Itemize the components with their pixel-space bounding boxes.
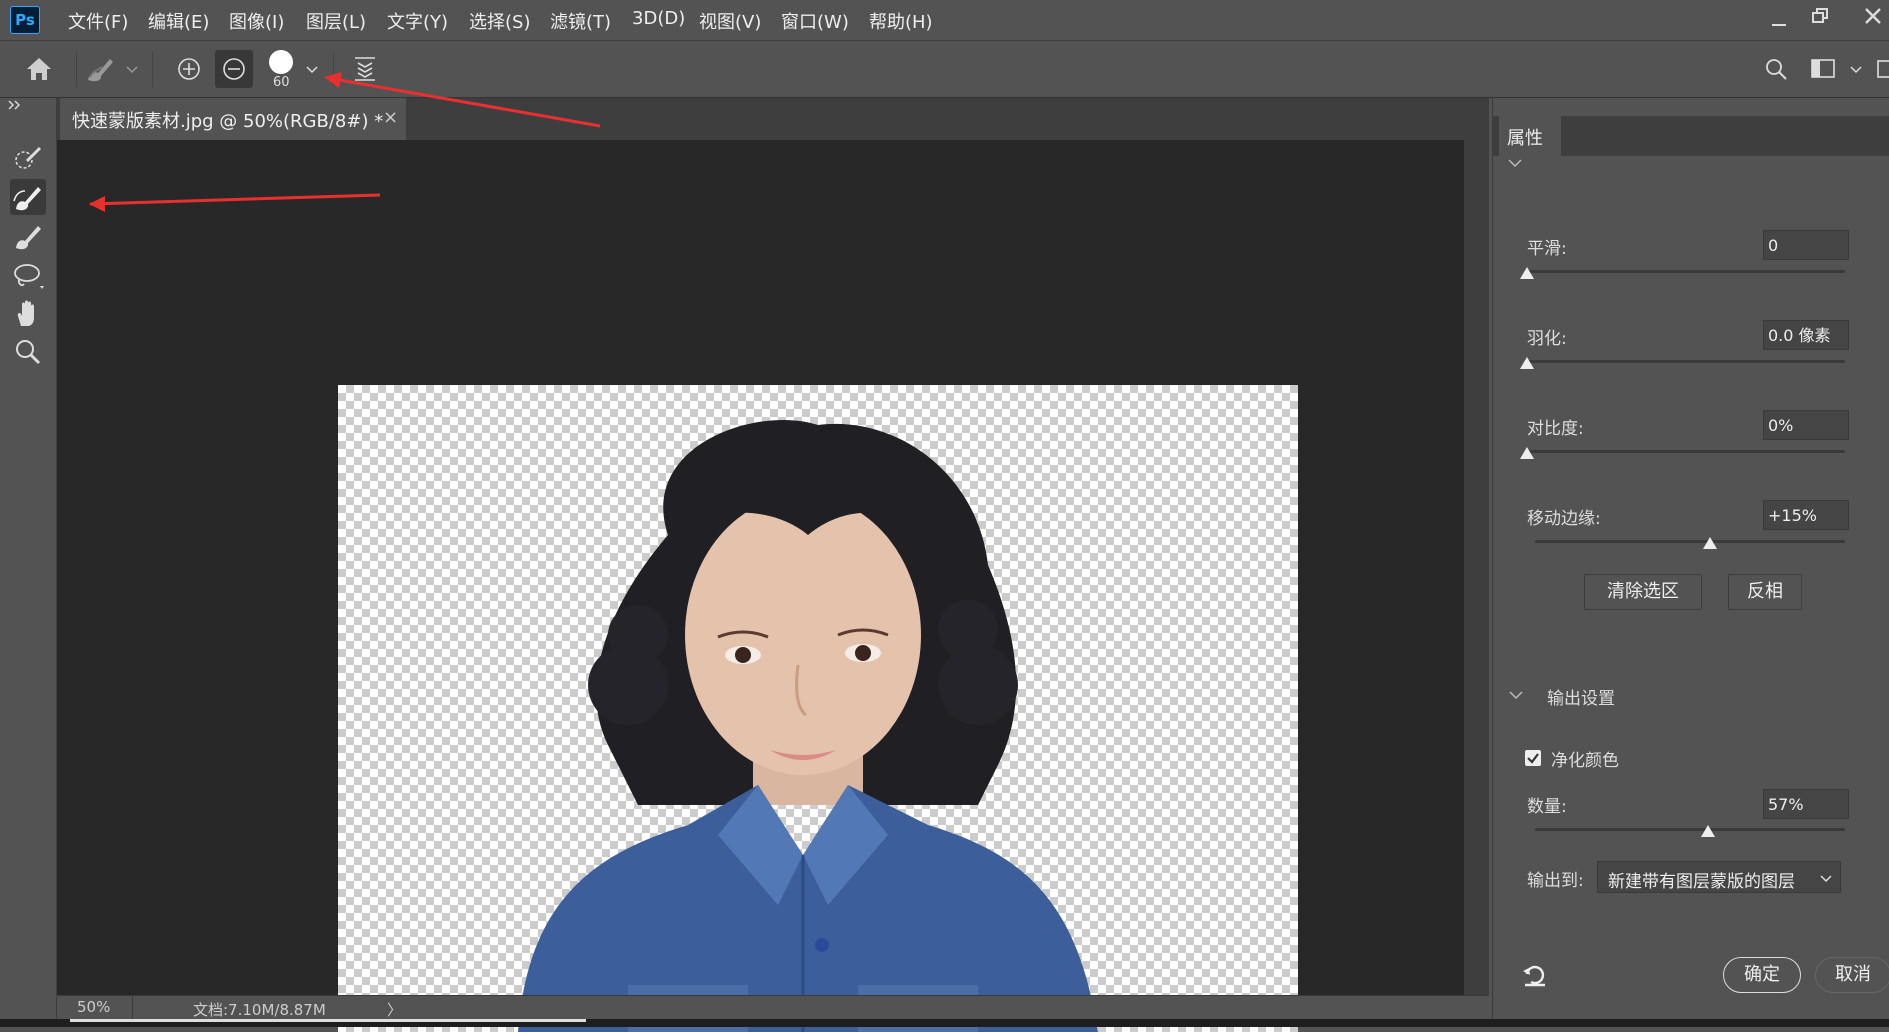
select-chevron-icon (1820, 875, 1832, 883)
amount-slider-thumb[interactable] (1701, 825, 1716, 837)
feather-slider-thumb[interactable] (1520, 357, 1534, 369)
menu-view[interactable]: 视图(V) (699, 8, 761, 34)
amount-slider-track[interactable] (1535, 828, 1845, 831)
close-window-icon[interactable] (1862, 6, 1884, 26)
menu-edit[interactable]: 编辑(E) (148, 8, 209, 34)
quick-selection-icon (15, 146, 42, 169)
properties-panel: 属性 平滑: 0 羽化: 0.0 像素 对比度: 0% 移动边缘: +15% 清… (1492, 98, 1889, 1019)
decontaminate-checkbox[interactable] (1525, 750, 1541, 766)
subtract-selection-button[interactable] (215, 50, 253, 88)
brush-icon (16, 226, 41, 250)
expand-panel-icon[interactable] (8, 100, 22, 110)
quick-selection-tool[interactable] (10, 140, 46, 176)
output-to-value: 新建带有图层蒙版的图层 (1608, 872, 1795, 892)
menu-type[interactable]: 文字(Y) (387, 8, 448, 34)
refine-edge-brush-icon (13, 187, 41, 211)
collapse-chevron-icon[interactable] (1508, 158, 1522, 168)
restore-icon[interactable] (1810, 6, 1830, 26)
status-menu-arrow[interactable]: 〉 (387, 999, 402, 1020)
clear-selection-button[interactable]: 清除选区 (1584, 574, 1702, 610)
contrast-label: 对比度: (1527, 419, 1584, 439)
menu-window[interactable]: 窗口(W) (781, 8, 849, 34)
menu-filter[interactable]: 滤镜(T) (550, 8, 611, 34)
output-settings-chevron-icon[interactable] (1509, 690, 1523, 700)
subtract-from-selection-icon (223, 58, 245, 80)
contrast-slider-thumb[interactable] (1520, 447, 1534, 459)
separator (76, 51, 77, 87)
document-info: 文档:7.10M/8.87M (193, 1001, 326, 1019)
zoom-icon (16, 340, 41, 365)
lasso-icon (14, 264, 44, 289)
brush-size-dropdown-icon[interactable] (306, 65, 318, 75)
menu-layer[interactable]: 图层(L) (306, 8, 366, 34)
decontaminate-label: 净化颜色 (1551, 751, 1619, 771)
refine-edge-brush-tool[interactable] (10, 179, 46, 215)
chevron-down-icon[interactable] (126, 65, 138, 75)
separator (152, 51, 153, 87)
output-to-select[interactable]: 新建带有图层蒙版的图层 (1597, 861, 1841, 893)
brush-tool[interactable] (10, 218, 46, 254)
properties-tab-label: 属性 (1507, 128, 1543, 149)
zoom-tool[interactable] (10, 334, 46, 370)
contrast-slider-track[interactable] (1527, 450, 1845, 453)
options-bar: 60 (0, 41, 1889, 98)
image-canvas[interactable] (338, 385, 1298, 1032)
shift-edge-slider-track[interactable] (1535, 540, 1845, 543)
brush-preset-icon[interactable] (84, 53, 116, 85)
amount-input[interactable]: 57% (1763, 789, 1849, 819)
reset-icon[interactable] (1521, 962, 1549, 988)
shift-edge-label: 移动边缘: (1527, 509, 1601, 529)
brush-size-value: 60 (273, 75, 290, 90)
smooth-slider-thumb[interactable] (1520, 267, 1534, 279)
menu-file[interactable]: 文件(F) (68, 8, 128, 34)
menu-3d[interactable]: 3D(D) (632, 8, 685, 29)
document-tab-bar: 快速蒙版素材.jpg @ 50%(RGB/8#) * × (57, 98, 1489, 140)
menu-select[interactable]: 选择(S) (469, 8, 530, 34)
feather-label: 羽化: (1527, 329, 1567, 349)
hand-icon (17, 300, 34, 326)
smooth-slider-track[interactable] (1527, 270, 1845, 273)
bottom-strip (0, 1019, 1889, 1027)
panel-tab-bar: 属性 (1493, 116, 1889, 156)
smooth-label: 平滑: (1527, 239, 1567, 259)
feather-slider-track[interactable] (1527, 360, 1845, 363)
separator (132, 996, 133, 1020)
annotation-arrow-brush (324, 72, 601, 128)
tools-panel (0, 98, 57, 1027)
workspace-dropdown-icon[interactable] (1850, 65, 1862, 75)
output-to-label: 输出到: (1527, 871, 1584, 891)
contrast-input[interactable]: 0% (1763, 410, 1849, 440)
share-icon[interactable] (1876, 58, 1889, 80)
child-portrait-image (518, 419, 1098, 1032)
invert-button[interactable]: 反相 (1728, 574, 1802, 610)
search-icon[interactable] (1764, 57, 1790, 83)
cancel-button[interactable]: 取消 (1815, 957, 1889, 993)
ok-button[interactable]: 确定 (1723, 957, 1801, 993)
home-icon[interactable] (24, 55, 54, 83)
amount-label: 数量: (1527, 797, 1567, 817)
hand-tool[interactable] (10, 296, 46, 332)
vertical-scrollbar[interactable] (1464, 140, 1489, 995)
canvas-area[interactable] (57, 140, 1464, 1032)
photoshop-logo: Ps (10, 6, 40, 34)
menu-bar: Ps 文件(F) 编辑(E) 图像(I) 图层(L) 文字(Y) 选择(S) 滤… (0, 0, 1889, 41)
output-settings-header[interactable]: 输出设置 (1547, 684, 1615, 709)
minimize-icon[interactable] (1770, 12, 1788, 28)
horizontal-scroll-thumb[interactable] (70, 1019, 586, 1022)
add-to-selection-icon[interactable] (176, 56, 202, 82)
annotation-arrows (89, 193, 381, 212)
shift-edge-slider-thumb[interactable] (1702, 537, 1717, 549)
properties-tab[interactable]: 属性 (1499, 116, 1561, 156)
zoom-level[interactable]: 50% (77, 998, 110, 1016)
status-bar: 50% 文档:7.10M/8.87M 〉 (57, 995, 1489, 1020)
lasso-tool[interactable] (10, 258, 46, 294)
menu-image[interactable]: 图像(I) (229, 8, 284, 34)
feather-input[interactable]: 0.0 像素 (1763, 320, 1849, 350)
workspace-icon[interactable] (1810, 58, 1836, 80)
brush-tip-icon[interactable] (267, 48, 295, 76)
shift-edge-input[interactable]: +15% (1763, 500, 1849, 530)
smooth-input[interactable]: 0 (1763, 230, 1849, 260)
checkmark-icon (1527, 753, 1539, 764)
menu-help[interactable]: 帮助(H) (869, 8, 933, 34)
